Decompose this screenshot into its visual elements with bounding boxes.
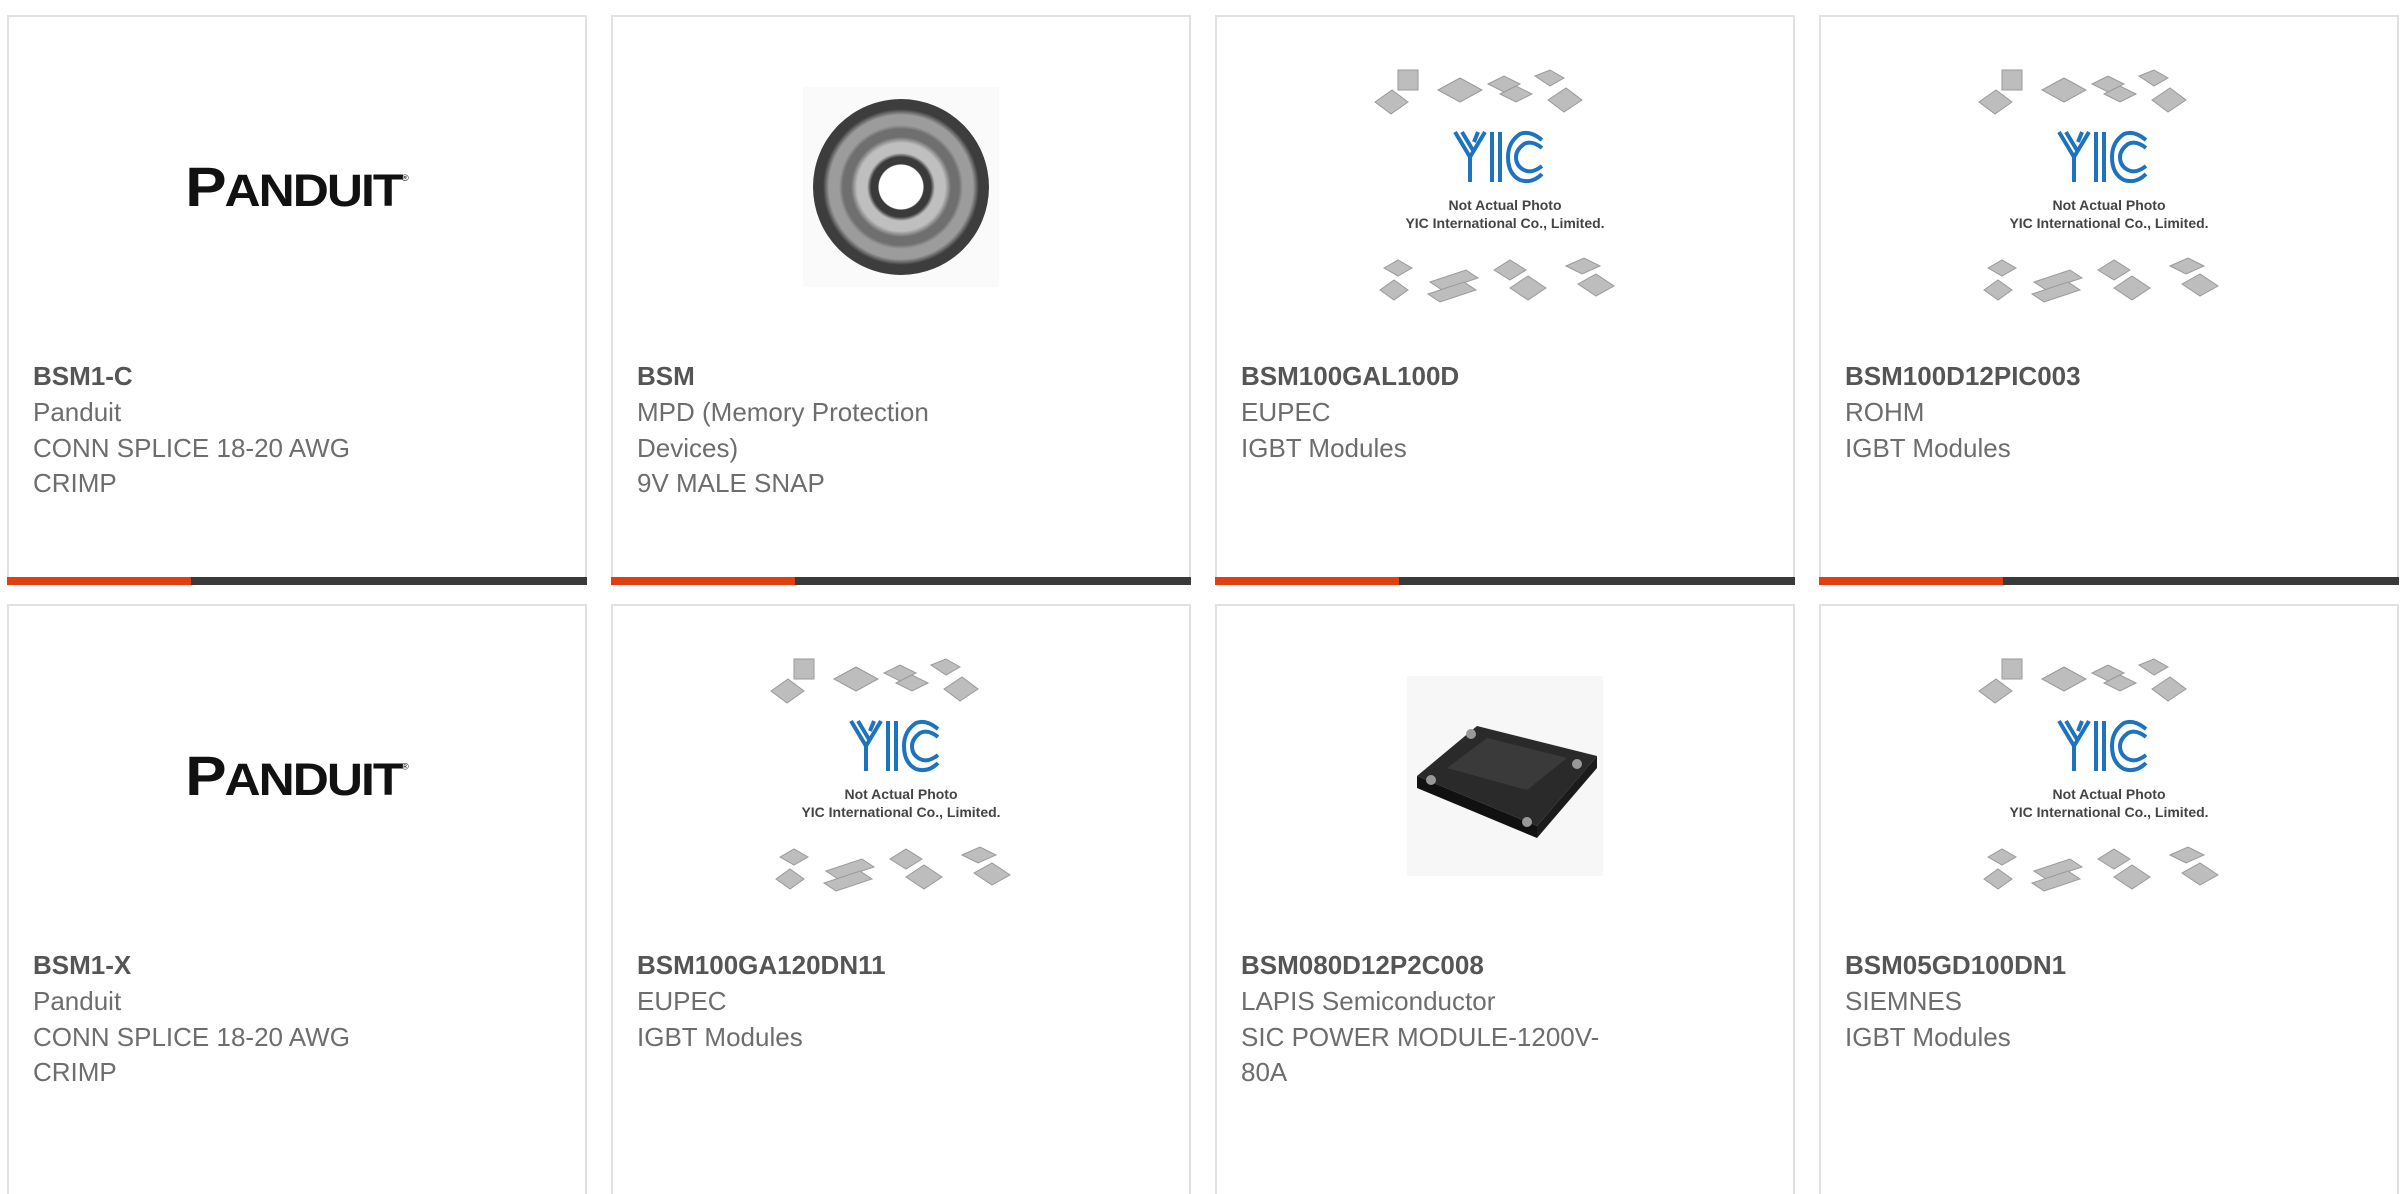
manufacturer: EUPEC: [637, 986, 727, 1016]
yic-placeholder-image: Not Actual Photo YIC International Co., …: [1374, 69, 1615, 303]
description: IGBT Modules: [1845, 432, 2011, 463]
placeholder-line1: Not Actual Photo: [2052, 786, 2165, 802]
description: 9V MALE SNAP: [637, 468, 825, 498]
product-card[interactable]: Not Actual Photo YIC International Co., …: [1819, 604, 2399, 1194]
product-image[interactable]: PANDUIT®: [9, 17, 585, 357]
product-image[interactable]: Not Actual Photo YIC International Co., …: [1821, 17, 2397, 357]
placeholder-line1: Not Actual Photo: [2052, 197, 2165, 213]
product-image[interactable]: PANDUIT®: [9, 606, 585, 946]
part-number-link[interactable]: BSM080D12P2C008: [1241, 946, 1769, 984]
yic-placeholder-image: Not Actual Photo YIC International Co., …: [1978, 69, 2219, 303]
product-image[interactable]: Not Actual Photo YIC International Co., …: [1821, 606, 2397, 946]
manufacturer: ROHM: [1845, 397, 1925, 427]
product-card[interactable]: BSM MPD (Memory Protection Devices) 9V M…: [611, 15, 1191, 585]
product-image[interactable]: [613, 17, 1189, 357]
part-number-link[interactable]: BSM05GD100DN1: [1845, 946, 2373, 984]
description: SIC POWER MODULE-1200V-80A: [1241, 1021, 1600, 1088]
placeholder-line2: YIC International Co., Limited.: [1405, 215, 1604, 231]
card-bottom-bar: [611, 577, 1191, 585]
part-number-link[interactable]: BSM100GAL100D: [1241, 357, 1769, 395]
product-card[interactable]: Not Actual Photo YIC International Co., …: [1819, 15, 2399, 585]
product-grid: PANDUIT® BSM1-C Panduit CONN SPLICE 18-2…: [0, 0, 2400, 1194]
product-image[interactable]: [1217, 606, 1793, 946]
manufacturer: LAPIS Semiconductor: [1241, 986, 1496, 1016]
product-card[interactable]: Not Actual Photo YIC International Co., …: [1215, 15, 1795, 585]
part-number-link[interactable]: BSM1-C: [33, 357, 561, 395]
product-image[interactable]: Not Actual Photo YIC International Co., …: [1217, 17, 1793, 357]
card-bottom-bar: [7, 577, 587, 585]
product-card[interactable]: Not Actual Photo YIC International Co., …: [611, 604, 1191, 1194]
card-bottom-bar: [1819, 577, 2399, 585]
part-number-link[interactable]: BSM1-X: [33, 946, 561, 984]
manufacturer: Panduit: [33, 397, 122, 427]
yic-placeholder-image: Not Actual Photo YIC International Co., …: [1978, 658, 2219, 892]
ring-photo: [803, 87, 999, 287]
description: IGBT Modules: [637, 1021, 803, 1052]
part-number-link[interactable]: BSM: [637, 357, 1165, 395]
igbt-module-photo: [1407, 676, 1603, 876]
description: CONN SPLICE 18-20 AWG CRIMP: [33, 1021, 350, 1088]
card-bottom-bar: [1215, 577, 1795, 585]
yic-placeholder-image: Not Actual Photo YIC International Co., …: [770, 658, 1011, 892]
part-number-link[interactable]: BSM100D12PIC003: [1845, 357, 2373, 395]
description: IGBT Modules: [1241, 432, 1407, 463]
placeholder-line1: Not Actual Photo: [844, 786, 957, 802]
description: IGBT Modules: [1845, 1021, 2011, 1052]
product-image[interactable]: Not Actual Photo YIC International Co., …: [613, 606, 1189, 946]
panduit-logo: PANDUIT®: [185, 155, 409, 219]
product-card[interactable]: PANDUIT® BSM1-C Panduit CONN SPLICE 18-2…: [7, 15, 587, 585]
manufacturer: SIEMNES: [1845, 986, 1963, 1016]
placeholder-line2: YIC International Co., Limited.: [2009, 804, 2208, 820]
panduit-logo: PANDUIT®: [185, 744, 409, 808]
part-number-link[interactable]: BSM100GA120DN11: [637, 946, 1165, 984]
placeholder-line2: YIC International Co., Limited.: [2009, 215, 2208, 231]
placeholder-line1: Not Actual Photo: [1448, 197, 1561, 213]
product-card[interactable]: BSM080D12P2C008 LAPIS Semiconductor SIC …: [1215, 604, 1795, 1194]
description: CONN SPLICE 18-20 AWG CRIMP: [33, 432, 350, 499]
manufacturer: Panduit: [33, 986, 122, 1016]
manufacturer: EUPEC: [1241, 397, 1331, 427]
manufacturer: MPD (Memory Protection Devices): [637, 397, 929, 463]
placeholder-line2: YIC International Co., Limited.: [801, 804, 1000, 820]
product-card[interactable]: PANDUIT® BSM1-X Panduit CONN SPLICE 18-2…: [7, 604, 587, 1194]
